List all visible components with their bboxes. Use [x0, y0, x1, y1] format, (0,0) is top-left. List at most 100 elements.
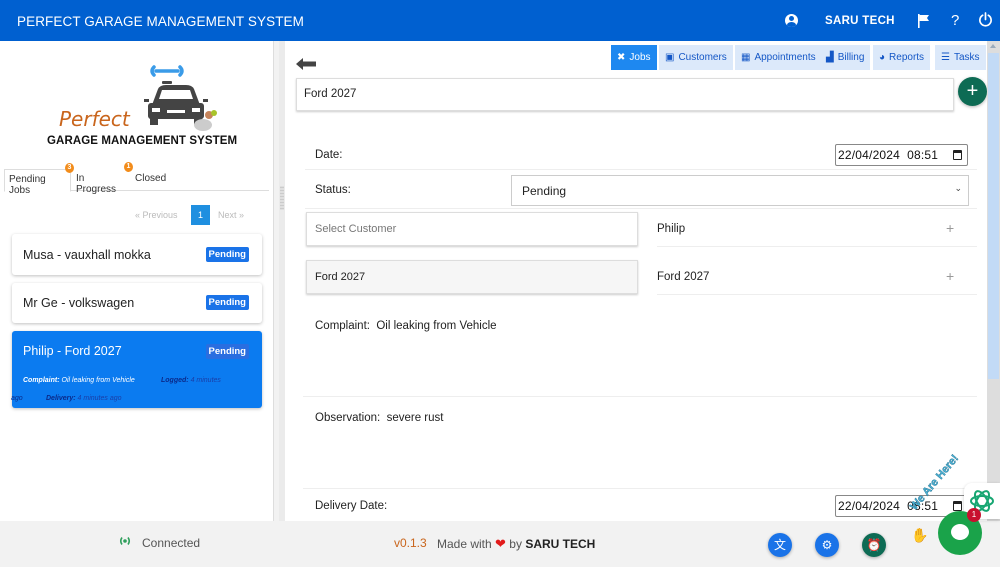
job-complaint: Complaint: Oil leaking from Vehicle — [23, 377, 135, 384]
page-1-button[interactable]: 1 — [191, 205, 210, 225]
tab-closed[interactable]: Closed — [131, 169, 171, 192]
waving-hand-icon: ✋ — [911, 527, 929, 543]
calendar-picker-icon[interactable] — [953, 501, 962, 511]
nav-label: Customers — [678, 52, 727, 63]
status-badge: Pending — [205, 247, 249, 262]
jobs-list-panel: Perfect GARAGE MANAGEMENT SYSTEM Pending… — [0, 41, 274, 521]
made-with-credit: Made with ❤ by SARU TECH — [437, 536, 596, 551]
select-customer-input[interactable]: Select Customer — [306, 212, 638, 246]
calendar-picker-icon[interactable] — [953, 150, 962, 160]
date-input[interactable]: 22/04/2024 08:51 — [835, 144, 968, 166]
tab-label: In Progress — [76, 173, 117, 195]
task-list-icon: ☰ — [941, 52, 950, 63]
tab-pending-jobs[interactable]: Pending Jobs 3 — [4, 163, 74, 196]
job-title: Musa - vauxhall mokka — [23, 248, 151, 262]
car-repair-logo-icon — [144, 65, 217, 131]
previous-page-button[interactable]: « Previous — [135, 210, 178, 220]
nav-billing[interactable]: ▟ Billing — [820, 45, 871, 70]
calendar-icon: ▦ — [741, 52, 751, 63]
add-customer-icon[interactable]: + — [946, 220, 954, 236]
divider — [657, 294, 977, 295]
job-status-tabs: Pending Jobs 3 In Progress 1 Closed — [4, 162, 269, 196]
alarm-clock-icon: ⏰ — [866, 538, 882, 552]
logo-script-text: Perfect — [59, 107, 130, 131]
scroll-up-arrow[interactable] — [990, 44, 996, 48]
tab-label: Pending Jobs — [9, 174, 46, 196]
delivery-date-label: Delivery Date: — [315, 500, 388, 512]
app-title: PERFECT GARAGE MANAGEMENT SYSTEM — [17, 14, 304, 29]
nav-label: Billing — [837, 52, 865, 63]
job-card[interactable]: Mr Ge - volkswagen Pending — [12, 283, 262, 323]
date-label: Date: — [315, 149, 343, 161]
divider — [303, 488, 977, 489]
connection-signal-icon — [119, 537, 131, 545]
next-page-button[interactable]: Next » — [218, 210, 244, 220]
flag-icon[interactable] — [918, 14, 930, 28]
connection-status: Connected — [142, 536, 201, 550]
help-icon[interactable]: ? — [951, 12, 959, 29]
alarm-button[interactable]: ⏰ — [862, 533, 886, 557]
gear-icon: ⚙ — [821, 538, 833, 552]
nav-label: Jobs — [629, 52, 651, 63]
job-title: Mr Ge - volkswagen — [23, 296, 135, 310]
observation-text[interactable]: Observation: severe rust — [315, 412, 443, 424]
status-value: Pending — [522, 184, 567, 198]
nav-label: Tasks — [953, 52, 980, 63]
scrollbar-thumb[interactable] — [988, 53, 999, 379]
heart-icon: ❤ — [495, 536, 506, 551]
nav-label: Reports — [889, 52, 925, 63]
divider — [657, 246, 977, 247]
add-vehicle-icon[interactable]: + — [946, 268, 954, 284]
back-arrow-icon[interactable] — [296, 58, 316, 70]
tab-label: Closed — [135, 173, 167, 184]
footer: Connected v0.1.3 Made with ❤ by SARU TEC… — [0, 521, 1000, 567]
selected-customer: Philip — [657, 223, 686, 235]
translate-icon: 文 — [773, 538, 786, 552]
top-app-bar: PERFECT GARAGE MANAGEMENT SYSTEM SARU TE… — [0, 0, 1000, 41]
splitter-grip-icon[interactable] — [280, 186, 284, 210]
nav-appointments[interactable]: ▦ Appointments — [735, 45, 822, 70]
power-logout-icon[interactable] — [978, 12, 993, 27]
job-logged-wrap: ago — [11, 395, 23, 402]
vehicle-search-input[interactable]: Ford 2027 — [296, 78, 954, 111]
divider — [305, 208, 977, 209]
logo-subtitle: GARAGE MANAGEMENT SYSTEM — [47, 135, 238, 147]
status-badge: Pending — [205, 295, 249, 310]
tab-in-progress[interactable]: In Progress 1 — [72, 162, 133, 195]
complaint-text[interactable]: Complaint: Oil leaking from Vehicle — [315, 320, 497, 332]
status-select[interactable]: Pending ⌄ — [511, 175, 969, 206]
tools-icon: ✖ — [617, 52, 626, 63]
job-logged: Logged: 4 minutes — [161, 377, 221, 384]
settings-button[interactable]: ⚙ — [815, 533, 839, 557]
job-title: Philip - Ford 2027 — [23, 344, 122, 358]
date-value: 22/04/2024 08:51 — [838, 148, 939, 162]
app-logo: Perfect GARAGE MANAGEMENT SYSTEM — [45, 63, 238, 153]
divider — [303, 396, 977, 397]
chat-unread-badge: 1 — [967, 508, 981, 522]
status-label: Status: — [315, 184, 351, 196]
select-vehicle-input[interactable]: Ford 2027 — [306, 260, 638, 294]
status-badge: Pending — [205, 344, 249, 359]
billing-icon: ▟ — [826, 52, 834, 63]
divider — [305, 169, 977, 170]
job-detail-panel: ✖ Jobs ▣ Customers ▦ Appointments ▟ Billing … — [285, 41, 987, 521]
pie-chart-icon: ◕ — [879, 52, 886, 63]
vertical-scrollbar[interactable] — [987, 41, 1000, 521]
user-name[interactable]: SARU TECH — [825, 15, 895, 27]
nav-label: Appointments — [754, 52, 816, 63]
job-delivery: Delivery: 4 minutes ago — [46, 395, 122, 402]
translate-button[interactable]: 文 — [768, 533, 792, 557]
nav-tasks[interactable]: ☰ Tasks — [935, 45, 986, 70]
nav-customers[interactable]: ▣ Customers — [659, 45, 733, 70]
user-account-icon[interactable] — [785, 14, 798, 27]
nav-reports[interactable]: ◕ Reports — [873, 45, 931, 70]
selected-vehicle: Ford 2027 — [657, 271, 710, 283]
job-card[interactable]: Musa - vauxhall mokka Pending — [12, 234, 262, 275]
add-job-button[interactable]: + — [958, 77, 987, 106]
nav-jobs[interactable]: ✖ Jobs — [611, 45, 657, 70]
job-card-selected[interactable]: Philip - Ford 2027 Pending Complaint: Oi… — [11, 331, 262, 408]
brand-name: SARU TECH — [525, 537, 596, 551]
customer-card-icon: ▣ — [665, 52, 675, 63]
app-version: v0.1.3 — [394, 536, 427, 550]
chevron-down-icon: ⌄ — [954, 183, 962, 193]
